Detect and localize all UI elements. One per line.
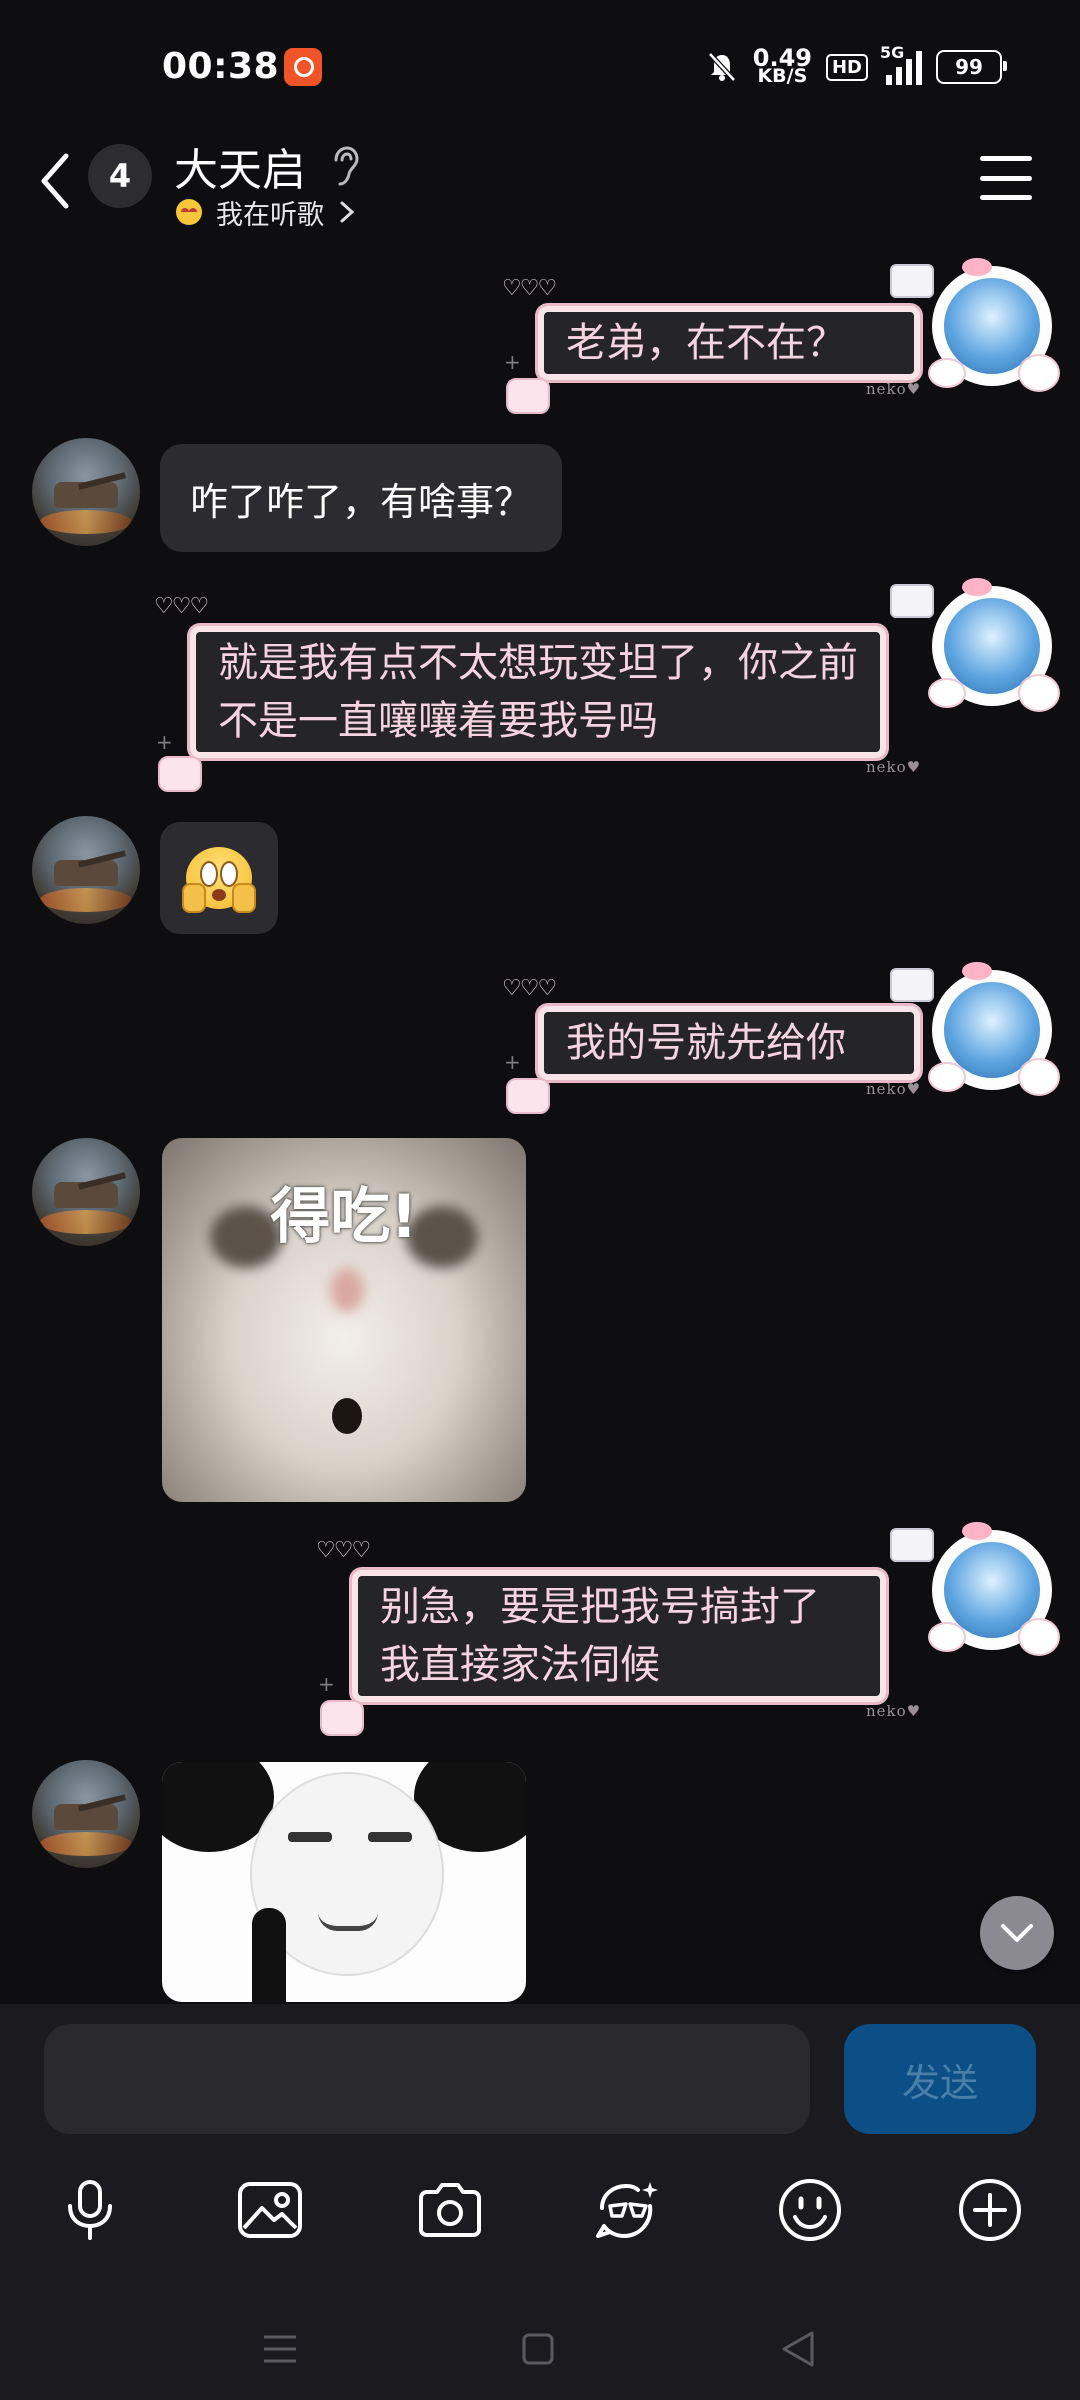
hd-badge: HD [825, 53, 868, 81]
status-bar: 00:38 0.49 KB/S HD 5G 99 [0, 0, 1080, 130]
back-button[interactable] [34, 146, 78, 216]
emoji-button[interactable] [770, 2170, 850, 2250]
send-button[interactable]: 发送 [844, 2024, 1036, 2134]
menu-button[interactable] [980, 156, 1032, 200]
message-bubble-outgoing[interactable]: 老弟，在不在？ [538, 306, 920, 380]
composer: 发送 [0, 2004, 1080, 2400]
hearts-decoration: ♡♡♡ [154, 594, 209, 619]
paw-decoration [320, 1700, 364, 1736]
message-bubble-outgoing[interactable]: 别急，要是把我号搞封了我直接家法伺候 [352, 1570, 886, 1702]
contact-avatar[interactable] [32, 816, 140, 924]
unread-count-badge[interactable]: 4 [88, 144, 152, 208]
chevron-down-icon [1001, 1924, 1033, 1942]
battery-icon: 99 [936, 50, 1007, 84]
menu-lines-icon [264, 2335, 296, 2363]
voice-button[interactable] [50, 2170, 130, 2250]
my-avatar[interactable] [890, 258, 1062, 398]
paw-decoration [158, 756, 202, 792]
scroll-to-bottom-button[interactable] [980, 1896, 1054, 1970]
network-speed: 0.49 KB/S [752, 44, 812, 87]
neko-decoration: neko♥ [866, 1702, 922, 1720]
gallery-button[interactable] [230, 2170, 310, 2250]
sticker-message[interactable]: 得吃! [162, 1138, 526, 1502]
message-bubble-incoming[interactable]: 咋了咋了，有啥事？ [160, 444, 563, 552]
neko-decoration: neko♥ [866, 758, 922, 776]
camera-button[interactable] [410, 2170, 490, 2250]
image-icon [238, 2182, 302, 2238]
hearts-decoration: ♡♡♡ [316, 1538, 371, 1563]
app-notification-icon [284, 48, 322, 86]
my-avatar[interactable] [890, 578, 1062, 718]
message-emoji-incoming[interactable] [160, 822, 278, 934]
chevron-left-icon [41, 153, 69, 209]
sticker-message[interactable] [162, 1762, 526, 2002]
chat-header: 4 大天启 我在听歌 [0, 130, 1080, 250]
message-bubble-outgoing[interactable]: 我的号就先给你 [538, 1006, 920, 1080]
neko-decoration: neko♥ [866, 380, 922, 398]
smiley-icon [779, 2179, 841, 2241]
paw-decoration [506, 378, 550, 414]
message-bubble-outgoing[interactable]: 就是我有点不太想玩变坦了，你之前不是一直嚷嚷着要我号吗 [190, 626, 886, 758]
microphone-icon [68, 2180, 112, 2240]
triangle-back-icon [782, 2331, 814, 2367]
sparkle-face-icon [596, 2182, 658, 2239]
plus-circle-icon [959, 2179, 1021, 2241]
camera-icon [419, 2183, 481, 2237]
square-icon [522, 2333, 554, 2365]
composer-toolbar [0, 2170, 1080, 2270]
ai-effects-button[interactable] [588, 2170, 668, 2250]
hamburger-menu-icon [980, 156, 1032, 161]
paw-decoration [506, 1078, 550, 1114]
neko-decoration: neko♥ [866, 1080, 922, 1098]
flustered-face-icon [182, 847, 256, 913]
my-avatar[interactable] [890, 962, 1062, 1102]
nav-back-button[interactable] [768, 2324, 828, 2374]
my-avatar[interactable] [890, 1522, 1062, 1662]
nav-recents-button[interactable] [250, 2324, 310, 2374]
system-nav-bar [0, 2304, 1080, 2400]
listening-status[interactable]: 我在听歌 [176, 192, 356, 232]
bell-muted-icon [705, 50, 739, 84]
more-button[interactable] [950, 2170, 1030, 2250]
sticker-caption: 得吃! [270, 1182, 418, 1252]
hearts-decoration: ♡♡♡ [502, 276, 557, 301]
signal-icon: 5G [880, 43, 922, 85]
smiling-face-icon [176, 199, 202, 225]
chevron-right-icon [340, 201, 355, 223]
status-text: 我在听歌 [216, 199, 324, 231]
nav-home-button[interactable] [508, 2324, 568, 2374]
hearts-decoration: ♡♡♡ [502, 976, 557, 1001]
contact-avatar[interactable] [32, 1760, 140, 1868]
contact-avatar[interactable] [32, 1138, 140, 1246]
status-time: 00:38 [162, 46, 280, 87]
contact-avatar[interactable] [32, 438, 140, 546]
message-input[interactable] [44, 2024, 810, 2134]
contact-name[interactable]: 大天启 [174, 134, 306, 198]
ear-icon[interactable] [328, 144, 360, 188]
